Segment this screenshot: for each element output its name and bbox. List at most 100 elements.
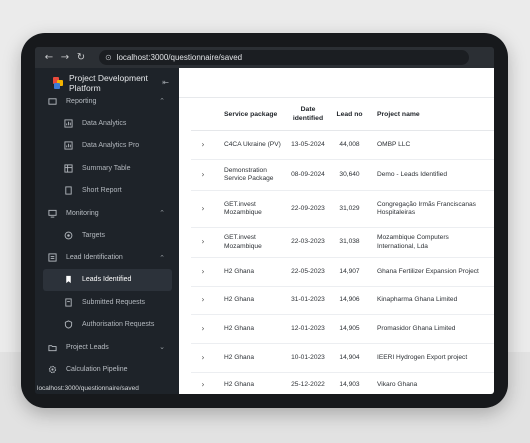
sidebar-item-label: Submitted Requests bbox=[82, 298, 146, 306]
cell-project-name: Vikaro Ghana bbox=[377, 381, 418, 389]
table-row[interactable]: › GET.invest Mozambique 22-09-2023 31,02… bbox=[191, 191, 494, 228]
tablet-frame: ← → ↻ ⊙ localhost:3000/questionnaire/sav… bbox=[21, 33, 508, 408]
sidebar-item-data-analytics[interactable]: Data Analytics bbox=[35, 112, 179, 135]
cell-date-identified: 12-01-2023 bbox=[291, 324, 325, 332]
cell-service-package: Demonstration Service Package bbox=[224, 166, 274, 183]
cell-lead-no: 14,905 bbox=[339, 324, 360, 332]
reload-icon[interactable]: ↻ bbox=[73, 52, 89, 63]
forward-icon[interactable]: → bbox=[57, 52, 73, 63]
sidebar-item-summary-table[interactable]: Summary Table bbox=[35, 157, 179, 180]
sidebar-item-submitted-requests[interactable]: Submitted Requests bbox=[35, 291, 179, 314]
address-text: localhost:3000/questionnaire/saved bbox=[116, 53, 243, 62]
chevron-right-icon[interactable]: › bbox=[191, 170, 215, 180]
site-info-icon[interactable]: ⊙ bbox=[105, 53, 112, 62]
sidebar-item-label: Leads Identified bbox=[82, 276, 132, 284]
sidebar-item-short-report[interactable]: Short Report bbox=[35, 180, 179, 203]
section-monitoring-label: Monitoring bbox=[66, 209, 99, 217]
chart-icon bbox=[64, 119, 73, 128]
cell-date-identified: 22-05-2023 bbox=[291, 267, 325, 275]
cell-date-identified: 25-12-2022 bbox=[291, 381, 325, 389]
sidebar-item-label: Summary Table bbox=[82, 164, 131, 172]
section-lead-identification-label: Lead Identification bbox=[66, 254, 123, 261]
cell-project-name: Promasidor Ghana Limited bbox=[377, 324, 456, 332]
chevron-right-icon[interactable]: › bbox=[191, 204, 215, 214]
sidebar-item-data-analytics-pro[interactable]: Data Analytics Pro bbox=[35, 135, 179, 158]
table-row[interactable]: › H2 Ghana 22-05-2023 14,907 Ghana Ferti… bbox=[191, 258, 494, 287]
chevron-up-icon: ⌃ bbox=[159, 253, 165, 262]
table-row[interactable]: › H2 Ghana 10-01-2023 14,904 IEERI Hydro… bbox=[191, 344, 494, 373]
list-icon bbox=[48, 253, 57, 262]
sidebar-item-label: Data Analytics bbox=[82, 119, 127, 127]
chevron-up-icon: ⌃ bbox=[159, 209, 165, 217]
cell-date-identified: 22-03-2023 bbox=[291, 238, 325, 246]
cell-date-identified: 13-05-2024 bbox=[291, 140, 325, 148]
content-header bbox=[179, 68, 494, 98]
cell-project-name: Kinapharma Ghana Limited bbox=[377, 296, 458, 304]
monitor-icon bbox=[48, 209, 57, 218]
sidebar-item-label: Authorisation Requests bbox=[82, 321, 155, 329]
cell-project-name: Ghana Fertilizer Expansion Project bbox=[377, 267, 479, 275]
cell-lead-no: 30,640 bbox=[339, 170, 360, 178]
main-content: Service package Date identified Lead no … bbox=[179, 68, 494, 394]
table-row[interactable]: › Demonstration Service Package 08-09-20… bbox=[191, 160, 494, 191]
collapse-sidebar-icon[interactable]: ⇤ bbox=[162, 78, 169, 87]
address-bar[interactable]: ⊙ localhost:3000/questionnaire/saved bbox=[99, 50, 469, 65]
column-lead-no[interactable]: Lead no bbox=[331, 110, 368, 119]
chart-icon bbox=[64, 141, 73, 150]
bookmark-icon bbox=[64, 275, 73, 284]
sidebar-item-targets[interactable]: Targets bbox=[35, 224, 179, 247]
table-row[interactable]: › H2 Ghana 25-12-2022 14,903 Vikaro Ghan… bbox=[191, 373, 494, 394]
cell-service-package: H2 Ghana bbox=[224, 267, 255, 275]
sidebar-item-leads-identified[interactable]: Leads Identified bbox=[43, 268, 172, 291]
cell-lead-no: 31,038 bbox=[339, 238, 360, 246]
table-row[interactable]: › H2 Ghana 31-01-2023 14,906 Kinapharma … bbox=[191, 287, 494, 315]
chevron-up-icon: ⌃ bbox=[159, 97, 165, 105]
cell-service-package: GET.invest Mozambique bbox=[224, 234, 262, 250]
document-icon bbox=[64, 186, 73, 195]
chevron-right-icon[interactable]: › bbox=[191, 267, 215, 277]
gear-icon bbox=[48, 365, 57, 374]
cell-date-identified: 10-01-2023 bbox=[291, 353, 325, 361]
cell-date-identified: 31-01-2023 bbox=[291, 296, 325, 304]
section-reporting-label: Reporting bbox=[66, 97, 97, 105]
chevron-right-icon[interactable]: › bbox=[191, 296, 215, 305]
target-icon bbox=[64, 231, 73, 240]
cell-lead-no: 14,903 bbox=[339, 381, 360, 389]
cell-date-identified: 22-09-2023 bbox=[291, 204, 325, 212]
table-icon bbox=[64, 164, 73, 173]
chevron-right-icon[interactable]: › bbox=[191, 353, 215, 363]
chevron-right-icon[interactable]: › bbox=[191, 324, 215, 334]
back-icon[interactable]: ← bbox=[41, 52, 57, 63]
cell-lead-no: 14,906 bbox=[339, 296, 360, 304]
column-service-package[interactable]: Service package bbox=[215, 110, 285, 119]
leads-table: Service package Date identified Lead no … bbox=[191, 98, 494, 394]
sidebar: Project Development Platform ⇤ Reporting… bbox=[35, 68, 179, 394]
chevron-right-icon[interactable]: › bbox=[191, 140, 215, 150]
section-monitoring[interactable]: Monitoring ⌃ bbox=[35, 202, 179, 224]
column-date-identified[interactable]: Date identified bbox=[285, 105, 331, 123]
cell-lead-no: 14,904 bbox=[339, 353, 360, 361]
chevron-right-icon[interactable]: › bbox=[191, 238, 215, 247]
table-row[interactable]: › C4CA Ukraine (PV) 13-05-2024 44,008 OM… bbox=[191, 131, 494, 160]
sidebar-item-label: Targets bbox=[82, 231, 105, 239]
cell-service-package: C4CA Ukraine (PV) bbox=[224, 140, 281, 148]
chevron-down-icon: ⌄ bbox=[159, 343, 165, 351]
cell-project-name: IEERI Hydrogen Export project bbox=[377, 353, 468, 361]
table-row[interactable]: › H2 Ghana 12-01-2023 14,905 Promasidor … bbox=[191, 315, 494, 344]
sidebar-item-calculation-pipeline[interactable]: Calculation Pipeline bbox=[35, 358, 179, 380]
section-project-leads-label: Project Leads bbox=[66, 343, 109, 351]
shield-icon bbox=[64, 320, 73, 329]
column-project-name[interactable]: Project name bbox=[368, 110, 488, 119]
section-project-leads[interactable]: Project Leads ⌄ bbox=[35, 336, 179, 358]
cell-service-package: H2 Ghana bbox=[224, 324, 255, 332]
cell-project-name: Congregação Irmãs Franciscanas Hospitale… bbox=[377, 200, 476, 217]
cell-date-identified: 08-09-2024 bbox=[291, 170, 325, 178]
chevron-right-icon[interactable]: › bbox=[191, 381, 215, 390]
section-lead-identification[interactable]: Lead Identification ⌃ bbox=[35, 247, 179, 269]
sidebar-item-authorisation-requests[interactable]: Authorisation Requests bbox=[35, 314, 179, 337]
section-reporting[interactable]: Reporting ⌃ bbox=[35, 90, 179, 112]
table-row[interactable]: › GET.invest Mozambique 22-03-2023 31,03… bbox=[191, 228, 494, 258]
cell-lead-no: 31,029 bbox=[339, 204, 360, 212]
status-url: localhost:3000/questionnaire/saved bbox=[35, 383, 179, 394]
cell-service-package: GET.invest Mozambique bbox=[224, 200, 262, 217]
